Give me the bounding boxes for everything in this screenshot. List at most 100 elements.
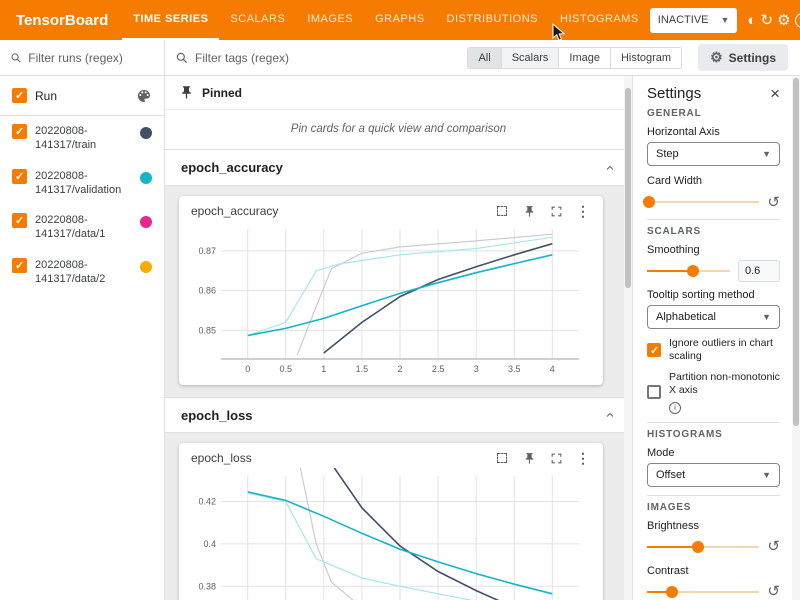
partition-x-axis-row[interactable]: Partition non-monotonic X axis i xyxy=(647,371,780,413)
pinned-header: Pinned xyxy=(165,76,632,110)
tab-distributions[interactable]: DISTRIBUTIONS xyxy=(436,0,549,40)
chevron-down-icon: ▼ xyxy=(721,15,730,25)
section-header-epoch-accuracy[interactable]: epoch_accuracy xyxy=(165,150,632,186)
run-row-data-1[interactable]: 20220808-141317/data/1 xyxy=(0,205,164,250)
reload-status-dropdown[interactable]: INACTIVE ▼ xyxy=(650,8,738,33)
search-icon xyxy=(175,51,189,65)
run-row-train[interactable]: 20220808-141317/train xyxy=(0,116,164,161)
filter-tags-input[interactable] xyxy=(195,51,325,65)
tab-histograms[interactable]: HISTOGRAMS xyxy=(549,0,650,40)
tab-scalars[interactable]: SCALARS xyxy=(219,0,296,40)
top-app-bar: TensorBoard TIME SERIES SCALARS IMAGES G… xyxy=(0,0,800,40)
svg-text:3: 3 xyxy=(474,364,479,374)
scrollbar-thumb[interactable] xyxy=(625,88,631,288)
slider-knob[interactable] xyxy=(666,586,678,598)
histogram-mode-select[interactable]: Offset ▼ xyxy=(647,463,780,487)
slider-knob[interactable] xyxy=(687,265,699,277)
line-chart-epoch-loss[interactable]: 0.360.380.40.42 xyxy=(187,468,591,600)
ignore-outliers-row[interactable]: Ignore outliers in chart scaling xyxy=(647,337,780,363)
svg-text:0.4: 0.4 xyxy=(203,539,216,549)
settings-button-label: Settings xyxy=(729,51,776,65)
pin-card-icon[interactable] xyxy=(521,203,537,219)
more-options-icon[interactable]: ⋮ xyxy=(575,203,591,219)
scalar-card-epoch-loss: epoch_loss ⋮ 0.360.380.40.42 xyxy=(179,443,603,600)
ignore-outliers-checkbox[interactable] xyxy=(647,343,661,357)
chip-image[interactable]: Image xyxy=(559,48,611,68)
reset-icon[interactable]: ↺ xyxy=(767,584,780,599)
run-color-dot xyxy=(140,216,152,228)
contrast-slider[interactable] xyxy=(647,585,759,599)
fit-domain-icon[interactable] xyxy=(494,203,510,219)
card-title: epoch_loss xyxy=(191,451,252,465)
tooltip-sorting-select[interactable]: Alphabetical ▼ xyxy=(647,305,780,329)
refresh-icon[interactable]: ↻ xyxy=(760,7,773,33)
slider-knob[interactable] xyxy=(692,541,704,553)
run-label: 20220808-141317/train xyxy=(35,124,132,153)
pin-card-icon[interactable] xyxy=(521,450,537,466)
scrollbar-thumb[interactable] xyxy=(793,78,799,426)
chip-all[interactable]: All xyxy=(468,48,501,68)
svg-text:1: 1 xyxy=(321,364,326,374)
selected-value: Alphabetical xyxy=(656,311,716,323)
tooltip-sorting-label: Tooltip sorting method xyxy=(647,288,780,302)
card-header: epoch_accuracy ⋮ xyxy=(187,201,595,221)
gear-icon[interactable]: ⚙ xyxy=(777,7,790,33)
smoothing-value-input[interactable] xyxy=(738,260,780,282)
run-checkbox[interactable] xyxy=(12,213,27,228)
tab-images[interactable]: IMAGES xyxy=(296,0,364,40)
card-width-slider[interactable] xyxy=(647,195,759,209)
reset-icon[interactable]: ↺ xyxy=(767,539,780,554)
cards-scroll-area: Pinned Pin cards for a quick view and co… xyxy=(165,76,632,600)
section-body-epoch-loss: epoch_loss ⋮ 0.360.380.40.42 xyxy=(165,433,632,600)
tensorboard-app: TensorBoard TIME SERIES SCALARS IMAGES G… xyxy=(0,0,800,600)
app-logo[interactable]: TensorBoard xyxy=(0,12,122,29)
horizontal-axis-select[interactable]: Step ▼ xyxy=(647,142,780,166)
svg-text:2: 2 xyxy=(397,364,402,374)
horizontal-axis-label: Horizontal Axis xyxy=(647,125,780,139)
smoothing-slider[interactable] xyxy=(647,264,730,278)
tab-time-series[interactable]: TIME SERIES xyxy=(122,0,219,40)
run-label: 20220808-141317/data/2 xyxy=(35,258,132,287)
svg-text:3.5: 3.5 xyxy=(508,364,521,374)
more-options-icon[interactable]: ⋮ xyxy=(575,450,591,466)
section-header-epoch-loss[interactable]: epoch_loss xyxy=(165,397,632,433)
slider-knob[interactable] xyxy=(643,196,655,208)
section-body-epoch-accuracy: epoch_accuracy ⋮ 00.511.522.533.540.850.… xyxy=(165,186,632,397)
chip-scalars[interactable]: Scalars xyxy=(502,48,560,68)
run-row-data-2[interactable]: 20220808-141317/data/2 xyxy=(0,250,164,295)
theme-toggle-icon[interactable]: ◐ xyxy=(747,7,756,33)
selected-value: Step xyxy=(656,148,679,160)
run-checkbox[interactable] xyxy=(12,258,27,273)
select-all-runs-checkbox[interactable] xyxy=(12,88,27,103)
chevron-down-icon: ▼ xyxy=(762,312,771,322)
run-checkbox[interactable] xyxy=(12,124,27,139)
svg-text:2.5: 2.5 xyxy=(432,364,445,374)
settings-scrollbar[interactable] xyxy=(792,76,800,600)
svg-text:1.5: 1.5 xyxy=(356,364,369,374)
fit-domain-icon[interactable] xyxy=(494,450,510,466)
reset-icon[interactable]: ↺ xyxy=(767,195,780,210)
fullscreen-icon[interactable] xyxy=(548,203,564,219)
fullscreen-icon[interactable] xyxy=(548,450,564,466)
main-scrollbar[interactable] xyxy=(624,76,632,600)
settings-button[interactable]: ⚙ Settings xyxy=(698,44,788,71)
help-icon[interactable]: ? xyxy=(795,7,800,33)
line-chart-epoch-accuracy[interactable]: 00.511.522.533.540.850.860.87 xyxy=(187,221,591,377)
close-icon[interactable]: × xyxy=(770,85,780,102)
info-icon[interactable]: i xyxy=(669,402,681,414)
partition-x-axis-checkbox[interactable] xyxy=(647,385,661,399)
settings-panel: Settings × GENERAL Horizontal Axis Step … xyxy=(632,76,800,600)
run-checkbox[interactable] xyxy=(12,169,27,184)
card-width-label: Card Width xyxy=(647,174,780,188)
chip-histogram[interactable]: Histogram xyxy=(611,48,681,68)
chip-label: Histogram xyxy=(621,52,671,64)
palette-icon[interactable] xyxy=(136,88,152,104)
filter-runs-input[interactable] xyxy=(28,51,154,65)
collapse-chevron-icon[interactable] xyxy=(604,162,616,174)
brightness-slider[interactable] xyxy=(647,540,759,554)
checkbox-label: Partition non-monotonic X axis xyxy=(669,371,780,397)
tab-graphs[interactable]: GRAPHS xyxy=(364,0,435,40)
collapse-chevron-icon[interactable] xyxy=(604,409,616,421)
settings-panel-title: Settings xyxy=(647,85,701,102)
run-row-validation[interactable]: 20220808-141317/validation xyxy=(0,161,164,206)
